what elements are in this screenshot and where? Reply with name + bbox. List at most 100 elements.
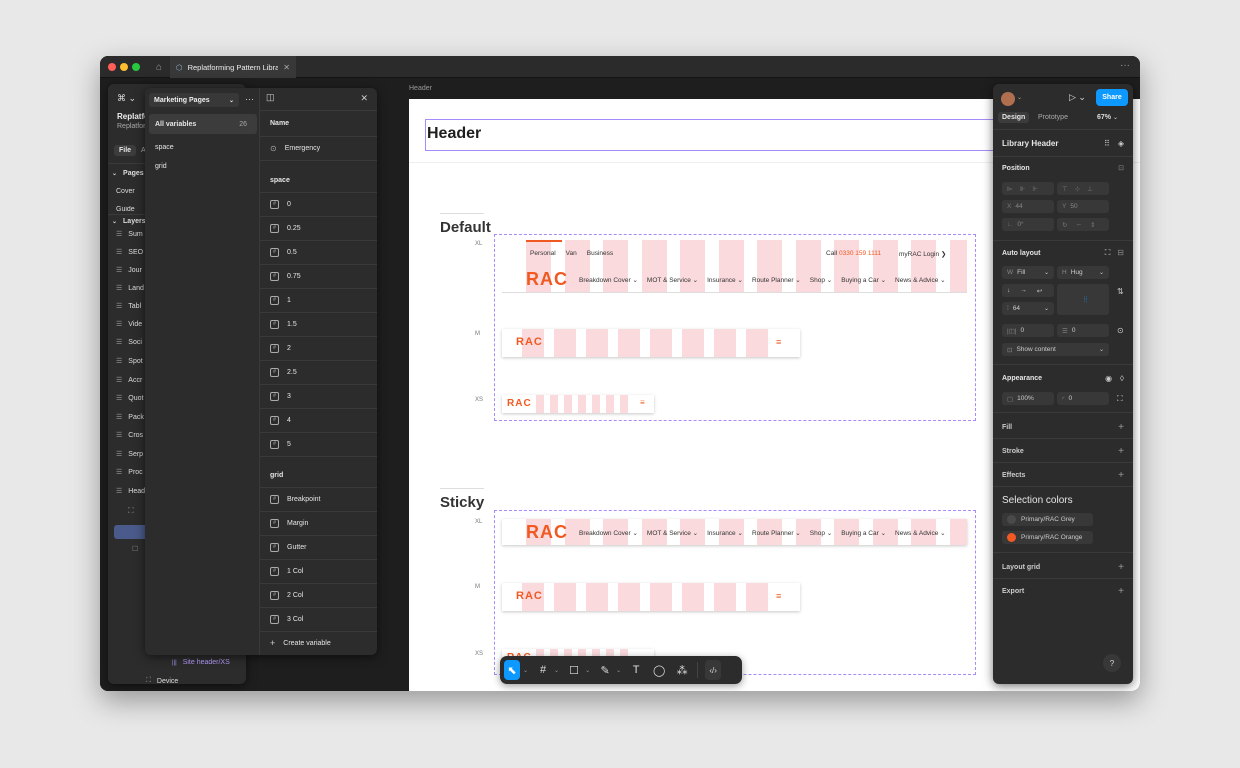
layer-item[interactable]: ☰ Serp <box>116 450 143 459</box>
close-tab-icon[interactable]: ✕ <box>283 63 290 72</box>
file-tab[interactable]: ⬡ Replatforming Pattern Libra ✕ <box>170 56 296 78</box>
variable-row[interactable]: #1.5 <box>260 312 377 336</box>
frame-tool-icon[interactable]: # <box>535 660 551 680</box>
x-field[interactable]: X 44 <box>1002 200 1054 213</box>
padding-settings-icon[interactable]: ⊙ <box>1117 326 1124 335</box>
variable-row[interactable]: #2 Col <box>260 583 377 607</box>
layer-device[interactable]: ⛶ Device <box>146 677 178 685</box>
header-xl-sticky[interactable]: RAC Breakdown Cover ⌄ MOT & Service ⌄ In… <box>502 519 967 545</box>
chevron-down-icon[interactable]: ⌄ <box>554 667 559 674</box>
help-button[interactable]: ? <box>1103 654 1121 672</box>
page-item[interactable]: Guide <box>116 206 135 212</box>
nav-buying-a-car[interactable]: Buying a Car ⌄ <box>841 529 886 537</box>
rac-logo[interactable]: RAC <box>526 269 568 290</box>
variable-row[interactable]: #4 <box>260 408 377 432</box>
dev-mode-icon[interactable]: ‹/› <box>705 660 722 680</box>
layer-item[interactable]: ☰ Pack <box>116 413 144 422</box>
auto-layout-grid-icon[interactable]: ⛶ <box>1105 248 1111 258</box>
add-layout-grid-icon[interactable]: + <box>1118 562 1124 573</box>
flip-controls[interactable]: ↻ ⇔ ⇕ <box>1057 218 1109 231</box>
tab-file[interactable]: File <box>114 145 137 156</box>
close-icon[interactable]: ✕ <box>360 93 368 104</box>
nav-news-advice[interactable]: News & Advice ⌄ <box>895 276 946 284</box>
tab-design[interactable]: Design <box>998 112 1030 123</box>
more-icon[interactable]: ··· <box>1120 60 1130 71</box>
horizontal-align-controls[interactable]: ⊫ ⊪ ⊩ <box>1002 182 1054 195</box>
layer-item[interactable]: ☰ Tabl <box>116 302 141 311</box>
home-icon[interactable]: ⌂ <box>148 56 170 78</box>
more-icon[interactable]: ··· <box>245 94 254 104</box>
header-xs-default[interactable]: RAC ≡ <box>502 395 654 413</box>
comment-tool-icon[interactable]: ◯ <box>651 660 667 680</box>
header-m-default[interactable]: RAC ≡ <box>502 329 800 357</box>
chevron-down-icon[interactable]: ⌄ <box>616 667 621 674</box>
nav-shop[interactable]: Shop ⌄ <box>810 529 832 537</box>
layer-item[interactable]: ☰ Soci <box>116 338 142 347</box>
variable-row[interactable]: #3 Col <box>260 607 377 631</box>
group-all-variables[interactable]: All variables 26 <box>145 114 255 134</box>
layer-item[interactable]: ☰ Cros <box>116 431 143 440</box>
sidebar-toggle-icon[interactable]: ◫ <box>266 92 275 103</box>
menu-icon[interactable]: ≡ <box>640 398 645 407</box>
login-link[interactable]: myRAC Login ❯ <box>899 250 946 258</box>
layer-item[interactable]: ☰ Jour <box>116 266 142 275</box>
top-nav-van[interactable]: Van <box>566 250 577 257</box>
minimize-window-button[interactable] <box>120 63 128 71</box>
chevron-down-icon[interactable]: ⌄ <box>523 667 528 674</box>
variable-row[interactable]: #1 Col <box>260 559 377 583</box>
layer-item[interactable]: ☰ Land <box>116 284 144 293</box>
layer-item[interactable]: ☰ SEO <box>116 248 143 257</box>
vertical-padding-field[interactable]: ☰ 0 <box>1057 324 1109 337</box>
menu-icon[interactable]: ≡ <box>776 591 781 601</box>
zoom-menu[interactable]: 67% ⌄ <box>1097 114 1118 121</box>
add-export-icon[interactable]: + <box>1118 586 1124 597</box>
nav-news-advice[interactable]: News & Advice ⌄ <box>895 529 946 537</box>
rac-logo[interactable]: RAC <box>516 336 543 348</box>
menu-icon[interactable]: ≡ <box>776 337 781 347</box>
direction-controls[interactable]: ↓ → ↩ <box>1002 284 1054 297</box>
pen-tool-icon[interactable]: ✎ <box>597 660 613 680</box>
variable-row[interactable]: #0.5 <box>260 240 377 264</box>
present-icon[interactable]: ▷ ⌄ <box>1069 92 1086 103</box>
avatar[interactable] <box>1001 92 1015 106</box>
rac-logo[interactable]: RAC <box>516 590 543 602</box>
variable-row[interactable]: # Gutter <box>260 535 377 559</box>
close-window-button[interactable] <box>108 63 116 71</box>
tab-prototype[interactable]: Prototype <box>1038 114 1068 121</box>
group-space[interactable]: space <box>145 139 255 155</box>
height-field[interactable]: H Hug ⌄ <box>1057 266 1109 279</box>
vertical-align-controls[interactable]: ⊤ ⊹ ⊥ <box>1057 182 1109 195</box>
layer-item[interactable]: ☰ Accr <box>116 376 142 385</box>
variable-row[interactable]: #1 <box>260 288 377 312</box>
layer-item[interactable]: ☰ Head <box>116 487 145 496</box>
layout-settings-icon[interactable]: ⇅ <box>1117 287 1124 296</box>
nav-breakdown-cover[interactable]: Breakdown Cover ⌄ <box>579 276 638 284</box>
create-variable-button[interactable]: + Create variable <box>260 634 377 652</box>
variable-row[interactable]: #5 <box>260 432 377 456</box>
gap-field[interactable]: ⁞ 64 ⌄ <box>1002 302 1054 315</box>
variable-row[interactable]: #2 <box>260 336 377 360</box>
rotation-field[interactable]: ∟ 0° <box>1002 218 1054 231</box>
move-tool-icon[interactable]: ⬉ <box>504 660 520 680</box>
zoom-window-button[interactable] <box>132 63 140 71</box>
horizontal-padding-field[interactable]: |◫| 0 <box>1002 324 1054 337</box>
top-nav-business[interactable]: Business <box>587 250 613 257</box>
chevron-down-icon[interactable]: ⌄ <box>1017 94 1022 101</box>
layer-item[interactable]: ☰ Spot <box>116 357 143 366</box>
call-line[interactable]: Call 0330 159 1111 <box>826 250 881 257</box>
add-fill-icon[interactable]: + <box>1118 422 1124 433</box>
layer-item[interactable]: ☰ Sum <box>116 230 143 239</box>
nav-mot-service[interactable]: MOT & Service ⌄ <box>647 529 698 537</box>
layer-site-header-xs[interactable]: ||| Site header/XS <box>172 659 230 666</box>
constraints-icon[interactable]: ⊡ <box>1118 164 1124 172</box>
pages-header[interactable]: ⌄ Pages <box>112 170 144 177</box>
clip-content-select[interactable]: ⊡ Show content ⌄ <box>1002 343 1109 356</box>
layers-header[interactable]: ⌄ Layers <box>112 218 146 225</box>
nav-mot-service[interactable]: MOT & Service ⌄ <box>647 276 698 284</box>
add-stroke-icon[interactable]: + <box>1118 446 1124 457</box>
selection-color-orange[interactable]: Primary/RAC Orange <box>1002 531 1093 544</box>
text-tool-icon[interactable]: T <box>628 660 644 680</box>
actions-icon[interactable]: ⁂ <box>674 660 690 680</box>
variable-row[interactable]: # Breakpoint <box>260 487 377 511</box>
nav-buying-a-car[interactable]: Buying a Car ⌄ <box>841 276 886 284</box>
